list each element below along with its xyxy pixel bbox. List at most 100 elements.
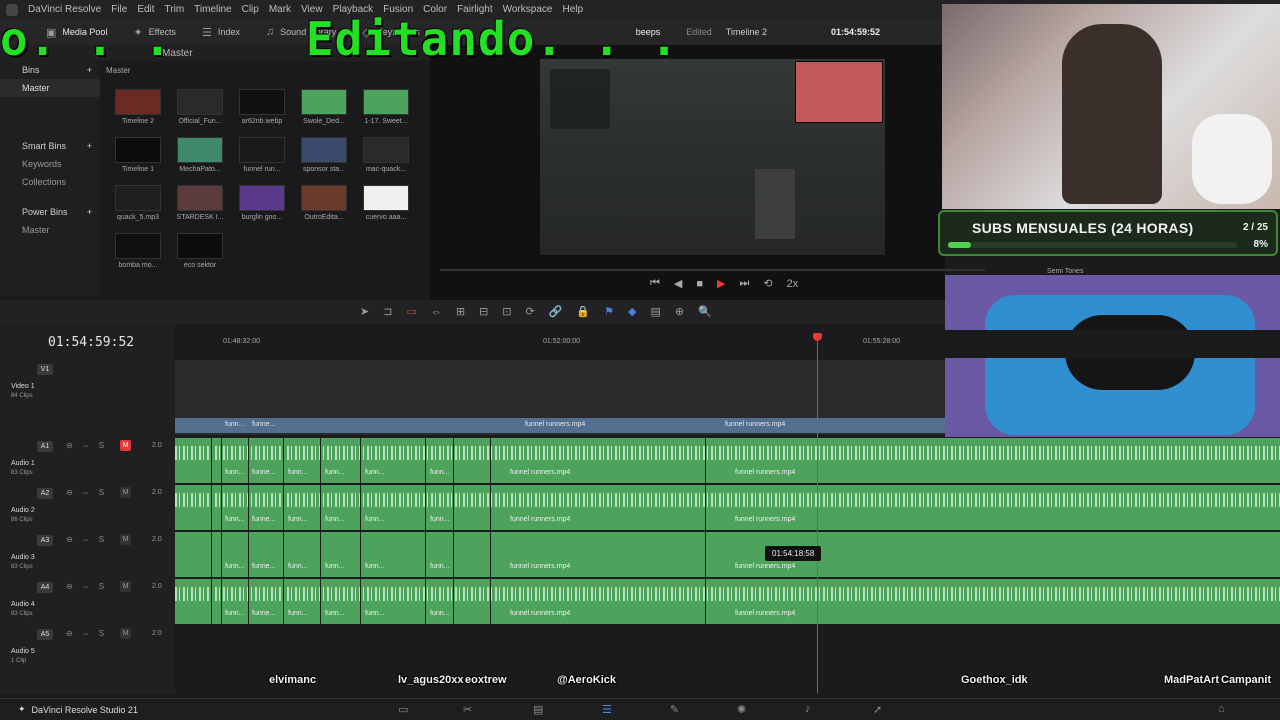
media-clip[interactable]: quack_5.mp3 [108, 185, 168, 221]
media-clip[interactable]: ar62nb.webp [232, 89, 292, 125]
viewer-frame[interactable] [540, 59, 885, 255]
add-power-bin-icon[interactable]: + [87, 207, 92, 217]
power-bins-header: Power Bins + [0, 203, 100, 221]
mute-button[interactable]: M [120, 440, 131, 451]
media-page-icon[interactable]: ▭ [398, 703, 408, 716]
playhead[interactable] [813, 333, 822, 693]
link-icon[interactable]: 🔗 [549, 305, 563, 318]
clip-name: Swole_Ded... [303, 118, 345, 125]
track-name: Audio 2 [11, 507, 35, 514]
media-clip[interactable]: bomba mo... [108, 233, 168, 269]
edit-page-active-icon[interactable]: ☰ [602, 703, 612, 716]
video-clip-label-2: funne... [252, 421, 276, 428]
deliver-page-icon[interactable]: ➚ [873, 703, 882, 716]
media-clip[interactable]: MechaPato... [170, 137, 230, 173]
media-clip[interactable]: Timeline 2 [108, 89, 168, 125]
media-clip[interactable]: Timeline 1 [108, 137, 168, 173]
bin-master[interactable]: Master [0, 79, 100, 97]
jump-end-icon[interactable]: ⏭ [740, 277, 750, 290]
track-controls[interactable]: ⊖⇔S [66, 629, 113, 638]
timeline-ruler[interactable]: 01:48:32:00 01:52:00:00 01:55:28:00 [175, 330, 1280, 358]
clip-name: Timeline 2 [121, 118, 155, 125]
media-clip[interactable]: Official_Fun... [170, 89, 230, 125]
track-controls[interactable]: ⊖⇔S [66, 535, 113, 544]
track-controls[interactable]: ⊖⇔S [66, 441, 113, 450]
media-clip[interactable]: burglin gno... [232, 185, 292, 221]
edit-page-icon[interactable]: ▤ [533, 703, 543, 716]
zoom-detail-icon[interactable]: ⊕ [675, 305, 684, 318]
overwrite-icon[interactable]: ⊟ [479, 305, 488, 318]
audio-clip-label: funn... [365, 610, 385, 617]
media-clip[interactable]: 1-17. Sweet... [356, 89, 416, 125]
media-clip[interactable]: mac-quack... [356, 137, 416, 173]
add-bin-icon[interactable]: + [87, 65, 92, 75]
dynamic-trim-icon[interactable]: ⇔ [431, 306, 442, 318]
smart-bin-keywords[interactable]: Keywords [0, 155, 100, 173]
play-icon[interactable]: ▶ [717, 277, 725, 290]
resolve-brand-icon: ✦ [18, 704, 26, 714]
media-clip[interactable]: sponsor sta... [294, 137, 354, 173]
smart-bin-collections[interactable]: Collections [0, 173, 100, 191]
track-badge-v1[interactable]: V1 [37, 364, 53, 375]
audio-track-a3[interactable]: funn... funne... funn... funn... funn... funn… [175, 531, 1280, 577]
loop-icon[interactable]: ⟲ [763, 277, 772, 290]
scrub-bar[interactable] [440, 269, 985, 271]
add-smart-bin-icon[interactable]: + [87, 141, 92, 151]
audio-track-a2[interactable]: funn... funne... funn... funn... funn... funn… [175, 484, 1280, 530]
mute-button[interactable]: M [120, 628, 131, 639]
speed-label[interactable]: 2x [787, 278, 799, 290]
track-controls[interactable]: ⊖⇔S [66, 488, 113, 497]
cut-page-icon[interactable]: ✂ [463, 703, 472, 716]
track-controls[interactable]: ⊖⇔S [66, 582, 113, 591]
clip-thumbnail [177, 233, 223, 259]
audio-clip-label: funn... [288, 516, 308, 523]
zoom-full-icon[interactable]: ▤ [650, 305, 660, 318]
reverse-icon[interactable]: ◀ [674, 277, 682, 290]
color-page-icon[interactable]: ✺ [737, 703, 746, 716]
power-bin-master[interactable]: Master [0, 221, 100, 239]
audio-clip-label: funn... [225, 610, 245, 617]
track-header-v1: V1 Video 1 84 Clips [0, 360, 175, 435]
zoom-custom-icon[interactable]: 🔍 [698, 305, 712, 318]
mute-button[interactable]: M [120, 534, 131, 545]
track-badge[interactable]: A5 [37, 629, 53, 640]
audio-track-a4[interactable]: funn... funne... funn... funn... funn... funn… [175, 578, 1280, 624]
mute-button[interactable]: M [120, 581, 131, 592]
timeline-name[interactable]: Timeline 2 [726, 27, 767, 37]
track-clips: 1 Clip [11, 658, 27, 664]
audio-clip-label: funn... [288, 610, 308, 617]
fairlight-page-icon[interactable]: ♪ [805, 703, 811, 715]
audio-track-a1[interactable]: funn... funne... funn... funn... funn... funn… [175, 437, 1280, 483]
snap-icon[interactable]: ⟳ [526, 305, 535, 318]
bins-label: Bins [22, 65, 40, 75]
home-icon[interactable]: ⌂ [1218, 703, 1225, 715]
media-clip[interactable]: OutroEdita... [294, 185, 354, 221]
trim-tool-icon[interactable]: ⊐ [383, 305, 392, 318]
fusion-page-icon[interactable]: ✎ [670, 703, 679, 716]
marker-icon[interactable]: ◆ [628, 305, 636, 318]
flag-icon[interactable]: ⚑ [604, 305, 614, 318]
select-tool-icon[interactable]: ➤ [360, 305, 369, 318]
clip-boundary [248, 579, 249, 624]
track-badge[interactable]: A1 [37, 441, 53, 452]
clip-boundary [425, 579, 426, 624]
media-clip[interactable]: STARDESK I... [170, 185, 230, 221]
media-clip[interactable]: eco sektor [170, 233, 230, 269]
replace-icon[interactable]: ⊡ [502, 305, 511, 318]
subs-percent: 8% [1253, 239, 1268, 250]
track-badge[interactable]: A4 [37, 582, 53, 593]
jump-start-icon[interactable]: ⏮ [650, 277, 660, 290]
media-clip[interactable]: cuervo aaa... [356, 185, 416, 221]
video-clip-strip[interactable]: funn... funne... funnel runners.mp4 funn… [175, 418, 945, 433]
track-header-a3: A3 ⊖⇔S M 2.0 Audio 3 83 Clips [0, 531, 175, 577]
mute-button[interactable]: M [120, 487, 131, 498]
stop-icon[interactable]: ■ [696, 278, 703, 290]
lock-icon[interactable]: 🔒 [576, 305, 590, 318]
track-badge[interactable]: A3 [37, 535, 53, 546]
media-clip[interactable]: Swole_Ded... [294, 89, 354, 125]
media-clip[interactable]: funnel run... [232, 137, 292, 173]
blade-tool-icon[interactable]: ▭ [406, 305, 416, 318]
insert-icon[interactable]: ⊞ [456, 305, 465, 318]
clip-boundary [360, 485, 361, 530]
track-badge[interactable]: A2 [37, 488, 53, 499]
